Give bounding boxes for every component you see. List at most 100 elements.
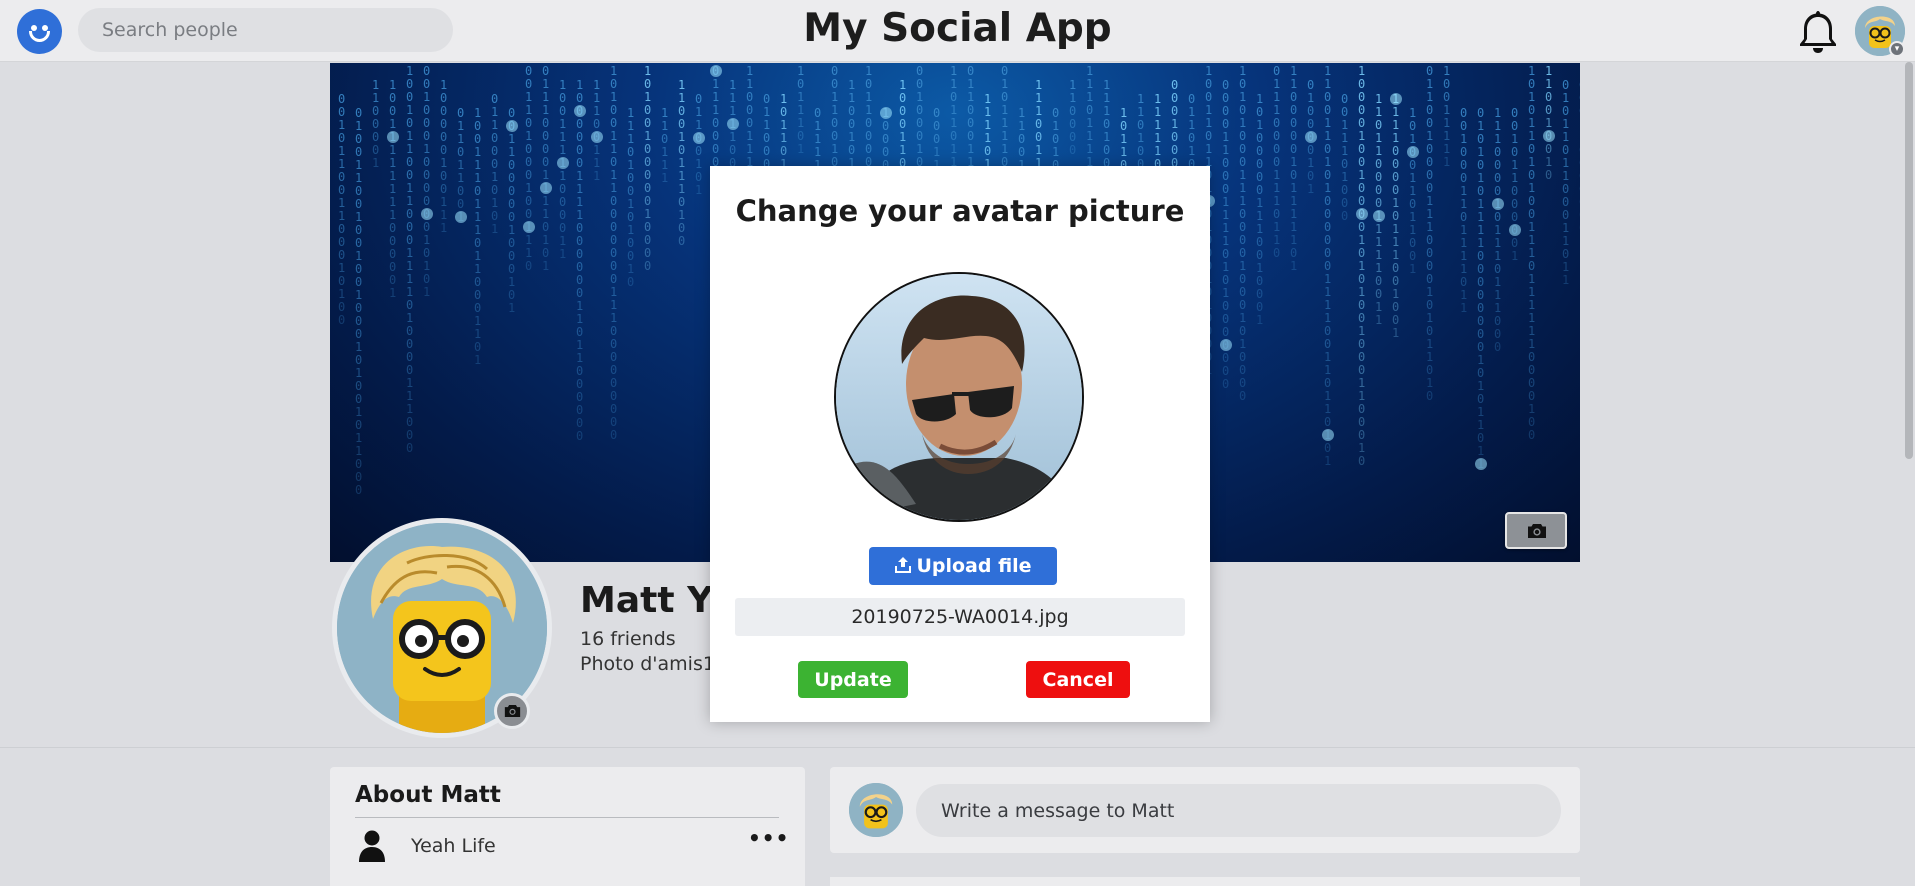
svg-text:1: 1 xyxy=(1460,249,1467,263)
svg-text:0: 0 xyxy=(1511,210,1518,224)
svg-text:0: 0 xyxy=(1409,158,1416,172)
svg-text:1: 1 xyxy=(525,233,532,247)
svg-text:0: 0 xyxy=(1239,363,1246,377)
svg-text:0: 0 xyxy=(610,337,617,351)
svg-text:1: 1 xyxy=(1528,129,1535,143)
svg-text:0: 0 xyxy=(1324,415,1331,429)
svg-text:1: 1 xyxy=(627,262,634,276)
svg-text:1: 1 xyxy=(1290,64,1297,78)
svg-text:0: 0 xyxy=(1222,78,1229,92)
svg-text:1: 1 xyxy=(1375,131,1382,145)
svg-text:1: 1 xyxy=(1375,235,1382,249)
svg-text:0: 0 xyxy=(678,117,685,131)
svg-text:0: 0 xyxy=(899,104,906,118)
svg-text:0: 0 xyxy=(474,184,481,198)
svg-text:1: 1 xyxy=(950,116,957,130)
svg-text:1: 1 xyxy=(1069,91,1076,105)
svg-text:1: 1 xyxy=(1375,313,1382,327)
svg-text:0: 0 xyxy=(1579,221,1580,235)
compose-message-input[interactable] xyxy=(916,784,1561,837)
svg-text:0: 0 xyxy=(542,116,549,130)
svg-text:1: 1 xyxy=(1222,286,1229,300)
cancel-button[interactable]: Cancel xyxy=(1026,661,1130,698)
svg-text:1: 1 xyxy=(1018,119,1025,133)
svg-text:0: 0 xyxy=(610,428,617,442)
svg-text:1: 1 xyxy=(1460,184,1467,198)
svg-text:0: 0 xyxy=(865,142,872,156)
upload-file-button[interactable]: Upload file xyxy=(869,547,1057,585)
svg-text:1: 1 xyxy=(1035,91,1042,105)
svg-text:0: 0 xyxy=(1494,327,1501,341)
svg-text:0: 0 xyxy=(1477,288,1484,302)
scrollbar[interactable] xyxy=(1905,62,1913,459)
svg-text:0: 0 xyxy=(474,275,481,289)
friend-photos-text: Photo d'amis1( xyxy=(580,653,723,675)
svg-text:1: 1 xyxy=(1035,143,1042,157)
svg-text:1: 1 xyxy=(1324,116,1331,130)
smiley-logo-icon[interactable] xyxy=(17,9,62,54)
svg-text:0: 0 xyxy=(355,483,362,497)
svg-text:0: 0 xyxy=(1290,142,1297,156)
svg-text:0: 0 xyxy=(1256,300,1263,314)
svg-text:0: 0 xyxy=(1324,259,1331,273)
svg-text:1: 1 xyxy=(1154,144,1161,158)
svg-text:0: 0 xyxy=(610,155,617,169)
svg-text:1: 1 xyxy=(423,259,430,273)
svg-text:1: 1 xyxy=(610,90,617,104)
svg-text:1: 1 xyxy=(559,78,566,92)
svg-text:0: 0 xyxy=(1426,103,1433,117)
search-input[interactable] xyxy=(78,8,453,52)
svg-text:1: 1 xyxy=(1188,105,1195,119)
svg-text:0: 0 xyxy=(1307,143,1314,157)
update-button[interactable]: Update xyxy=(798,661,908,698)
svg-text:1: 1 xyxy=(440,195,447,209)
avatar-camera-icon[interactable] xyxy=(494,693,530,729)
svg-text:0: 0 xyxy=(1290,246,1297,260)
svg-text:0: 0 xyxy=(1324,142,1331,156)
svg-text:0: 0 xyxy=(1392,183,1399,197)
svg-text:1: 1 xyxy=(1001,77,1008,91)
chevron-down-icon[interactable]: ▾ xyxy=(1889,41,1905,57)
svg-text:0: 0 xyxy=(440,91,447,105)
svg-text:0: 0 xyxy=(1494,262,1501,276)
svg-text:1: 1 xyxy=(1290,259,1297,273)
svg-text:1: 1 xyxy=(1460,301,1467,315)
svg-text:0: 0 xyxy=(831,77,838,91)
svg-text:1: 1 xyxy=(1426,77,1433,91)
selected-filename: 20190725-WA0014.jpg xyxy=(735,598,1185,636)
svg-text:1: 1 xyxy=(508,145,515,159)
svg-text:1: 1 xyxy=(678,182,685,196)
svg-text:1: 1 xyxy=(933,145,940,159)
svg-text:1: 1 xyxy=(1256,313,1263,327)
svg-text:0: 0 xyxy=(610,324,617,338)
svg-text:0: 0 xyxy=(695,144,702,158)
svg-text:1: 1 xyxy=(372,91,379,105)
svg-text:1: 1 xyxy=(576,351,583,365)
svg-text:0: 0 xyxy=(1528,103,1535,117)
svg-text:1: 1 xyxy=(916,90,923,104)
svg-text:1: 1 xyxy=(1086,142,1093,156)
svg-text:1: 1 xyxy=(1341,144,1348,158)
svg-text:1: 1 xyxy=(1426,220,1433,234)
svg-text:1: 1 xyxy=(338,261,345,275)
svg-text:1: 1 xyxy=(967,77,974,91)
svg-text:0: 0 xyxy=(1171,143,1178,157)
svg-text:1: 1 xyxy=(1018,106,1025,120)
more-horizontal-icon[interactable]: ••• xyxy=(748,826,789,850)
bell-icon[interactable] xyxy=(1793,6,1843,56)
svg-text:0: 0 xyxy=(457,197,464,211)
svg-text:0: 0 xyxy=(406,415,413,429)
svg-text:0: 0 xyxy=(610,363,617,377)
friends-count[interactable]: 16 friends xyxy=(580,628,676,650)
svg-text:0: 0 xyxy=(695,92,702,106)
svg-text:1: 1 xyxy=(763,105,770,119)
svg-text:0: 0 xyxy=(627,145,634,159)
svg-text:0: 0 xyxy=(1426,181,1433,195)
cover-camera-icon[interactable] xyxy=(1505,512,1567,549)
svg-text:1: 1 xyxy=(1443,129,1450,143)
svg-text:1: 1 xyxy=(338,118,345,132)
svg-text:1: 1 xyxy=(440,156,447,170)
svg-text:0: 0 xyxy=(355,132,362,146)
svg-text:0: 0 xyxy=(1256,183,1263,197)
svg-text:1: 1 xyxy=(695,118,702,132)
